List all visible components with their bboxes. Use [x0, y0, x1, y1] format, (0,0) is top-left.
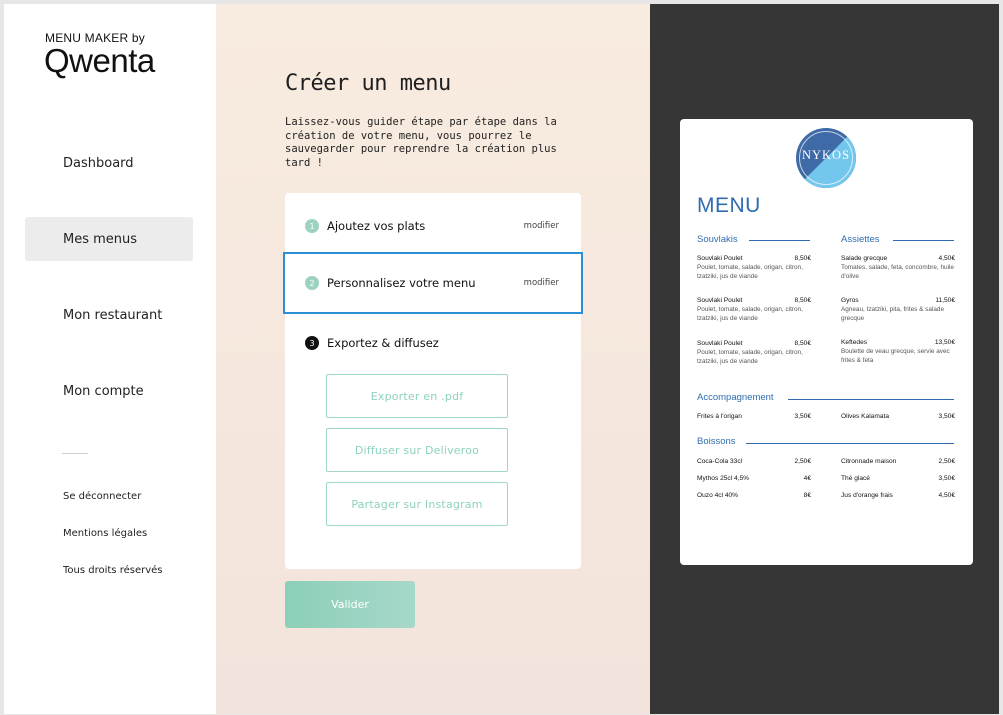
- nav-item-mon-restaurant[interactable]: Mon restaurant: [25, 293, 193, 337]
- menu-dish: Mythos 25cl 4,5% 4€: [697, 475, 811, 482]
- menu-dish: Gyros 11,50€ Agneau, tzatziki, pita, frit…: [841, 297, 955, 322]
- nav-item-mes-menus[interactable]: Mes menus: [25, 217, 193, 261]
- section-line: [749, 240, 810, 241]
- modify-link[interactable]: modifier: [524, 278, 559, 288]
- nav-label: Mon compte: [63, 383, 144, 399]
- restaurant-logo: NYKOS: [796, 128, 856, 188]
- menu-dish: Coca-Cola 33cl 2,50€: [697, 458, 811, 465]
- nav-label: Mon restaurant: [63, 307, 163, 323]
- deliveroo-button[interactable]: Diffuser sur Deliveroo: [326, 428, 508, 472]
- validate-button[interactable]: Valider: [285, 581, 415, 628]
- brand-logo[interactable]: Qwenta: [44, 44, 155, 77]
- menu-title: MENU: [697, 194, 761, 217]
- menu-dish: Keftedes 13,50€ Boulette de veau grecque,…: [841, 339, 955, 364]
- menu-preview: NYKOS MENU Souvlakis Souvlaki Poulet 8,50…: [680, 119, 973, 565]
- menu-dish: Salade grecque 4,50€ Tomates, salade, fet…: [841, 255, 955, 280]
- menu-dish: Souvlaki Poulet 8,50€ Poulet, tomate, sal…: [697, 340, 811, 365]
- menu-dish: Ouzo 4cl 40% 8€: [697, 492, 811, 499]
- logo-text: NYKOS: [801, 148, 851, 162]
- page-description: Laissez-vous guider étape par étape dans…: [285, 116, 557, 169]
- sidebar: MENU MAKER by Qwenta Dashboard Mes menus…: [4, 4, 216, 714]
- menu-dish: Souvlaki Poulet 8,50€ Poulet, tomate, sal…: [697, 255, 811, 280]
- menu-dish: Citronnade maison 2,50€: [841, 458, 955, 465]
- steps-card: 1 Ajoutez vos plats modifier 2 Personnal…: [283, 193, 583, 569]
- nav-label: Dashboard: [63, 155, 134, 171]
- instagram-button[interactable]: Partager sur Instagram: [326, 482, 508, 526]
- legal-link[interactable]: Mentions légales: [63, 528, 147, 539]
- section-souvlakis: Souvlakis: [697, 234, 738, 245]
- section-assiettes: Assiettes: [841, 234, 880, 245]
- rights-link[interactable]: Tous droits réservés: [63, 565, 163, 576]
- menu-dish: Olives Kalamata 3,50€: [841, 413, 955, 420]
- nav-label: Mes menus: [63, 231, 138, 247]
- step-number: 3: [305, 336, 319, 350]
- main-panel: Créer un menu Laissez-vous guider étape …: [216, 4, 650, 714]
- page-title: Créer un menu: [285, 71, 451, 96]
- menu-dish: Thé glacé 3,50€: [841, 475, 955, 482]
- step-customize-menu[interactable]: 2 Personnalisez votre menu modifier: [283, 252, 583, 314]
- step-add-dishes[interactable]: 1 Ajoutez vos plats modifier: [285, 197, 581, 255]
- step-label: Exportez & diffusez: [327, 336, 439, 350]
- step-number: 2: [305, 276, 319, 290]
- menu-dish: Souvlaki Poulet 8,50€ Poulet, tomate, sal…: [697, 297, 811, 322]
- section-accompagnement: Accompagnement: [697, 392, 774, 403]
- nav-divider: [62, 453, 88, 454]
- section-line: [788, 399, 954, 400]
- section-line: [746, 443, 954, 444]
- modify-link[interactable]: modifier: [524, 221, 559, 231]
- export-pdf-button[interactable]: Exporter en .pdf: [326, 374, 508, 418]
- step-label: Personnalisez votre menu: [327, 276, 476, 290]
- menu-dish: Jus d'orange frais 4,50€: [841, 492, 955, 499]
- section-line: [893, 240, 954, 241]
- step-label: Ajoutez vos plats: [327, 219, 426, 233]
- nav-item-dashboard[interactable]: Dashboard: [25, 141, 193, 185]
- nav-item-mon-compte[interactable]: Mon compte: [25, 369, 193, 413]
- section-boissons: Boissons: [697, 436, 736, 447]
- menu-dish: Frites à l'origan 3,50€: [697, 413, 811, 420]
- step-number: 1: [305, 219, 319, 233]
- logout-link[interactable]: Se déconnecter: [63, 491, 141, 502]
- step-export[interactable]: 3 Exportez & diffusez: [285, 314, 581, 372]
